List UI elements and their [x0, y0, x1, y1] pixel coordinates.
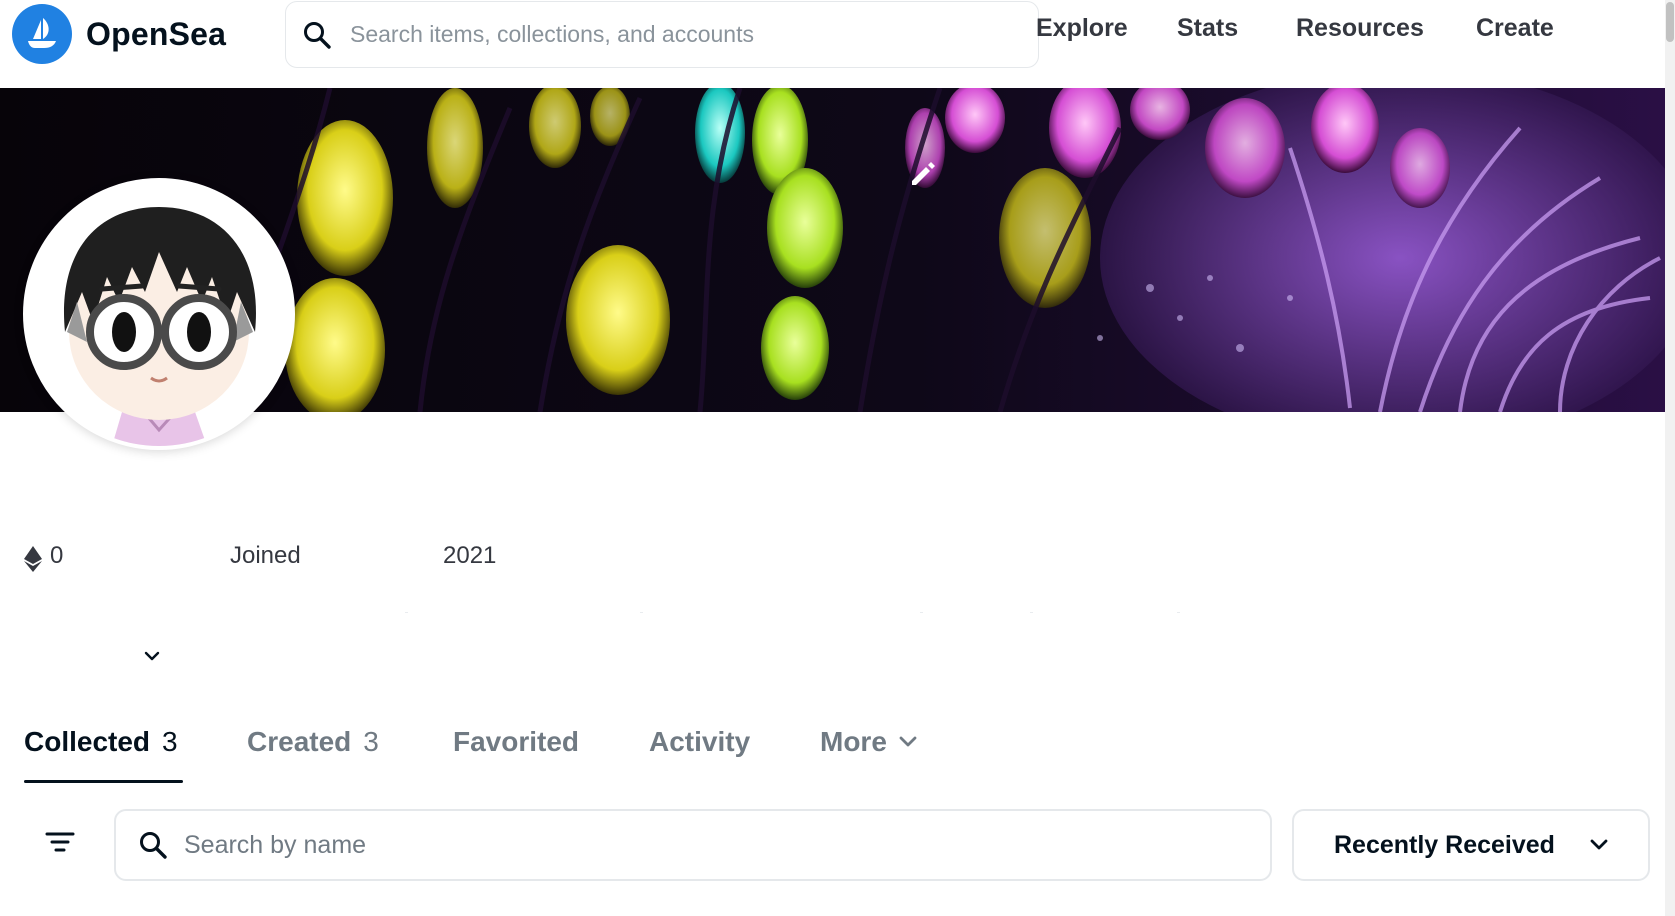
- tab-label: Activity: [649, 726, 751, 757]
- tab-created[interactable]: Created 3: [247, 726, 379, 758]
- nav-stats[interactable]: Stats: [1177, 14, 1238, 43]
- name-search-input[interactable]: [184, 830, 1244, 860]
- tab-activity[interactable]: Activity: [649, 726, 750, 758]
- nav-create[interactable]: Create: [1476, 14, 1554, 43]
- scrollbar-thumb[interactable]: [1666, 2, 1674, 42]
- search-icon: [140, 832, 167, 859]
- filter-icon: [45, 832, 75, 852]
- filter-button[interactable]: [36, 818, 84, 866]
- profile-avatar[interactable]: [23, 178, 295, 450]
- tab-more[interactable]: More: [820, 726, 917, 758]
- scrollbar[interactable]: [1665, 0, 1675, 916]
- joined-year: 2021: [443, 542, 497, 569]
- tab-label: Favorited: [453, 726, 580, 757]
- divider-dot: [1030, 612, 1033, 613]
- ethereum-icon: [24, 546, 42, 572]
- name-search-box[interactable]: [114, 809, 1272, 881]
- global-search-box[interactable]: [285, 1, 1039, 68]
- nav-resources[interactable]: Resources: [1296, 14, 1424, 43]
- chevron-down-icon: [1590, 839, 1608, 850]
- active-tab-indicator: [24, 780, 183, 783]
- chevron-down-icon: [899, 736, 917, 747]
- tab-label: More: [820, 726, 887, 757]
- tab-favorited[interactable]: Favorited: [453, 726, 579, 758]
- divider-dot: [920, 612, 923, 613]
- chevron-down-icon[interactable]: [144, 650, 160, 662]
- brand-name: OpenSea: [86, 15, 227, 52]
- divider-dot: [1177, 612, 1180, 613]
- global-search-input[interactable]: [350, 21, 990, 48]
- divider-dot: [640, 612, 643, 613]
- top-navigation-bar: OpenSea Explore Stats Resources Create: [0, 0, 1675, 88]
- divider-dot: [405, 612, 408, 613]
- opensea-logo-icon: [12, 4, 72, 64]
- nav-explore[interactable]: Explore: [1036, 14, 1128, 43]
- eth-balance: 0: [50, 542, 64, 569]
- sort-dropdown[interactable]: Recently Received: [1292, 809, 1650, 881]
- avatar-image: [27, 182, 291, 446]
- tab-count: 3: [363, 726, 379, 757]
- sort-selected-label: Recently Received: [1334, 830, 1555, 859]
- tab-collected[interactable]: Collected 3: [24, 726, 178, 758]
- pencil-icon[interactable]: [906, 156, 940, 190]
- joined-label: Joined: [230, 542, 301, 569]
- search-icon: [304, 21, 331, 49]
- tab-count: 3: [162, 726, 178, 757]
- tab-label: Collected: [24, 726, 151, 757]
- opensea-logo[interactable]: OpenSea: [12, 4, 226, 64]
- tab-label: Created: [247, 726, 352, 757]
